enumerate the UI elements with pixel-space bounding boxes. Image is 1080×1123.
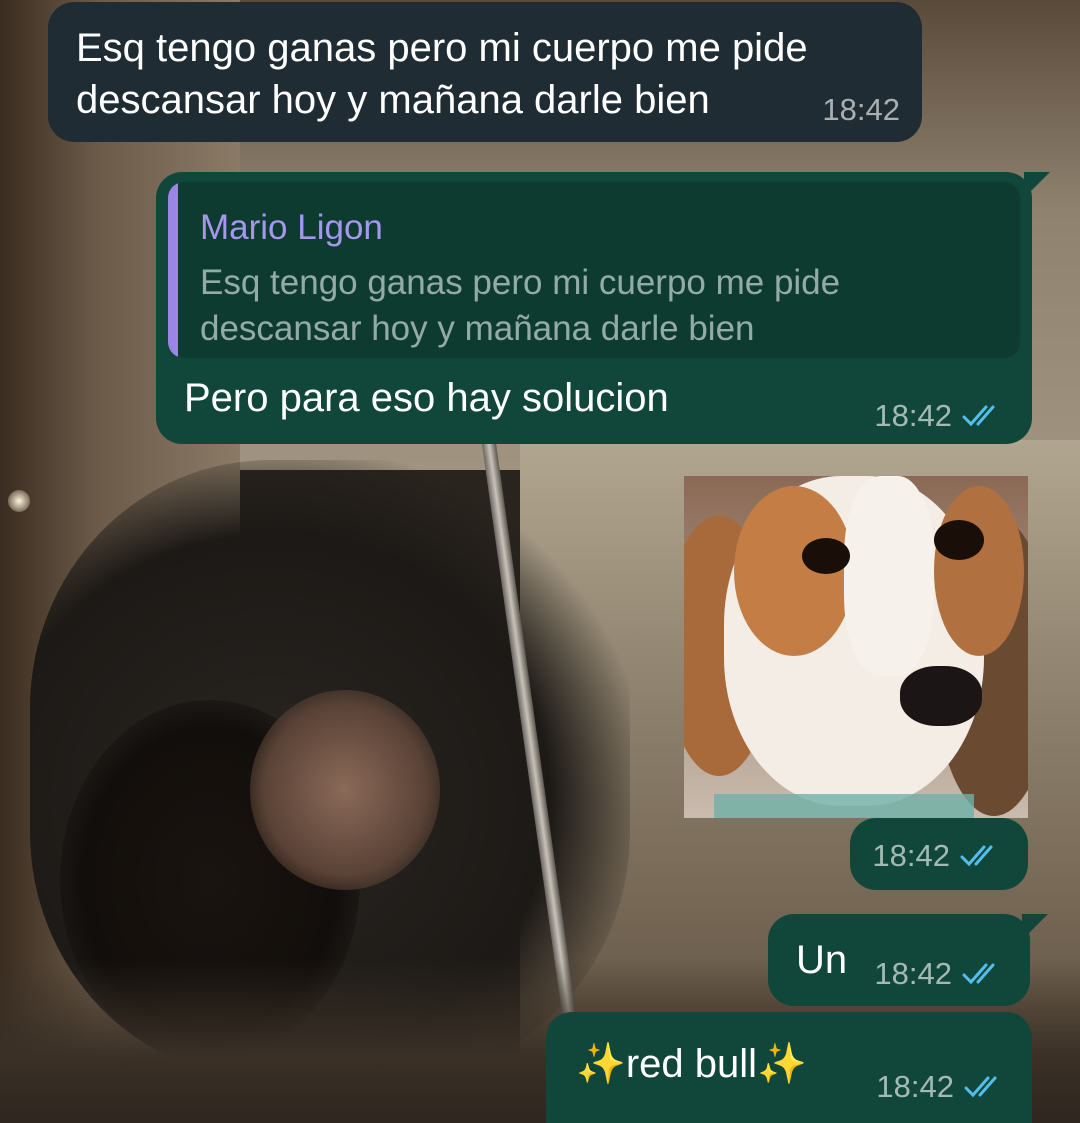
sparkles-emoji: ✨ bbox=[576, 1042, 626, 1086]
incoming-message[interactable]: Esq tengo ganas pero mi cuerpo me pide d… bbox=[48, 2, 922, 142]
quoted-message[interactable]: Mario Ligon Esq tengo ganas pero mi cuer… bbox=[168, 182, 1020, 358]
double-check-icon bbox=[962, 403, 1008, 429]
message-text: ✨red bull✨ bbox=[576, 1038, 807, 1090]
message-time: 18:42 bbox=[874, 956, 952, 991]
message-text: Esq tengo ganas pero mi cuerpo me pide d… bbox=[76, 26, 808, 122]
beagle-dog-sticker[interactable] bbox=[684, 476, 1028, 818]
sparkles-emoji: ✨ bbox=[757, 1042, 807, 1086]
message-text-body: red bull bbox=[625, 1042, 758, 1086]
double-check-icon bbox=[964, 1074, 1010, 1100]
message-meta: 18:42 bbox=[874, 398, 1008, 434]
quote-text: Esq tengo ganas pero mi cuerpo me pide d… bbox=[200, 263, 841, 348]
message-text: Un bbox=[796, 938, 848, 982]
message-time: 18:42 bbox=[876, 1069, 954, 1104]
message-time: 18:42 bbox=[822, 92, 900, 127]
wallpaper-lamp bbox=[8, 490, 30, 512]
quote-author: Mario Ligon bbox=[200, 208, 383, 247]
dog-collar bbox=[714, 794, 974, 818]
message-meta: 18:42 bbox=[876, 1069, 1010, 1105]
bubble-tail bbox=[1022, 914, 1048, 940]
message-meta: 18:42 bbox=[872, 838, 1006, 874]
outgoing-message[interactable]: Un 18:42 bbox=[768, 914, 1048, 1006]
dog-head bbox=[724, 476, 1024, 806]
double-check-icon bbox=[962, 961, 1008, 987]
outgoing-message[interactable]: ✨red bull✨ 18:42 bbox=[546, 1012, 1032, 1123]
dog-nose bbox=[900, 666, 982, 726]
message-meta: 18:42 bbox=[874, 956, 1008, 992]
message-time: 18:42 bbox=[874, 398, 952, 433]
double-check-icon bbox=[960, 843, 1006, 869]
message-time: 18:42 bbox=[872, 838, 950, 873]
message-meta: 18:42 bbox=[822, 92, 900, 128]
quote-accent-bar bbox=[168, 182, 178, 358]
sticker-meta-bubble: 18:42 bbox=[850, 818, 1028, 890]
wallpaper-face bbox=[250, 690, 440, 890]
dog-eye-left bbox=[802, 538, 850, 574]
dog-eye-right bbox=[934, 520, 984, 560]
message-text: Pero para eso hay solucion bbox=[184, 376, 669, 420]
dog-patch-right bbox=[934, 486, 1024, 656]
outgoing-reply-message[interactable]: Mario Ligon Esq tengo ganas pero mi cuer… bbox=[156, 172, 1050, 444]
dog-blaze bbox=[844, 476, 934, 676]
bubble-tail bbox=[1024, 172, 1050, 198]
